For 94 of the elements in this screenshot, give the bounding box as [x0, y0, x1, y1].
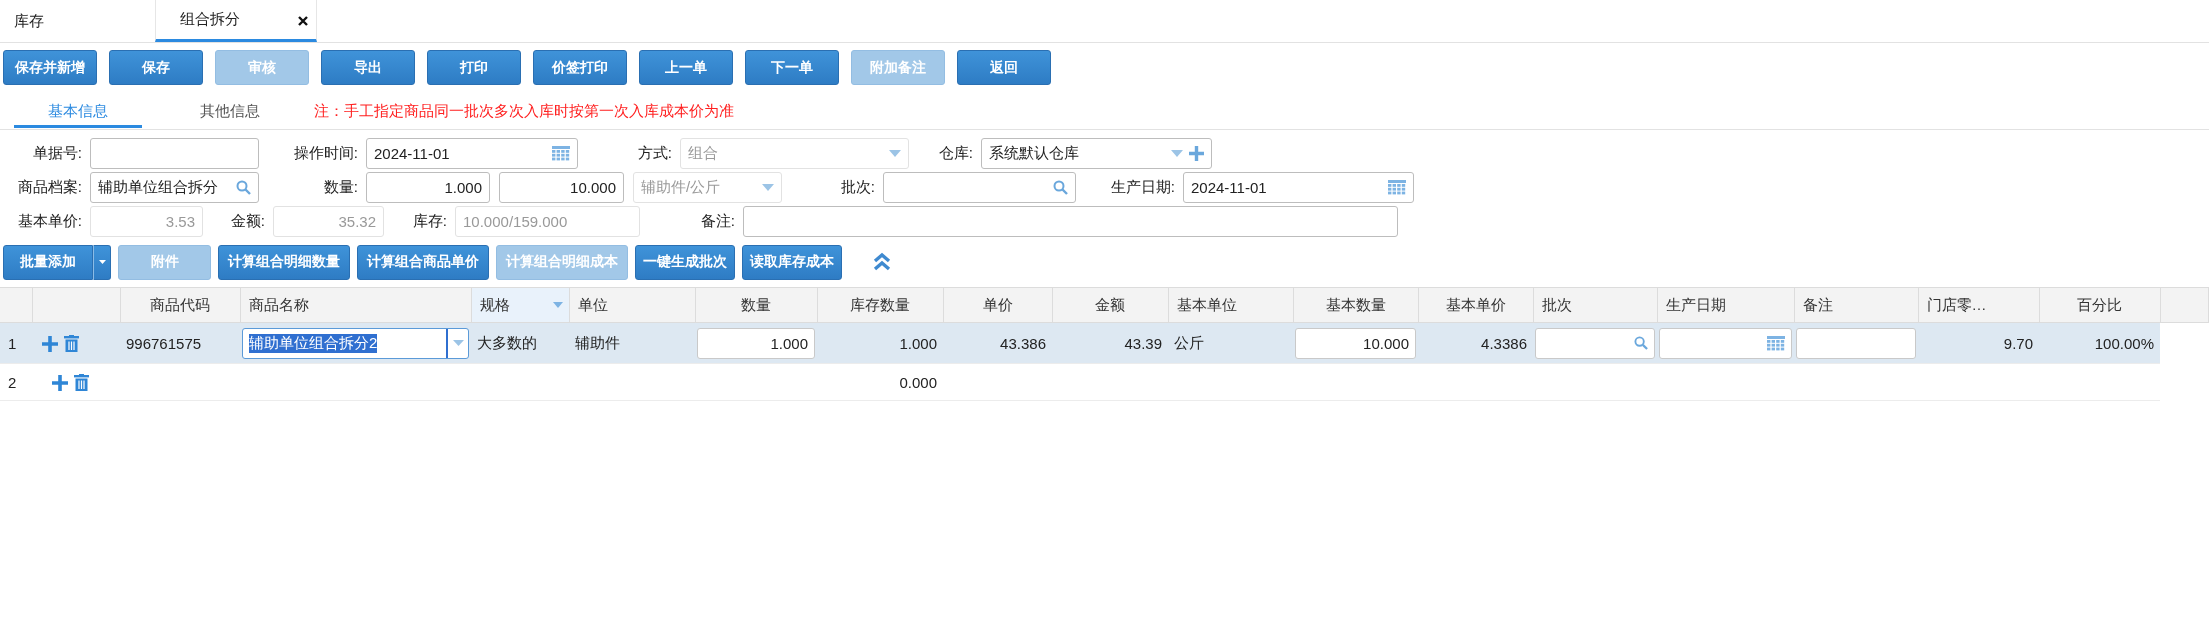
column-header[interactable]: 商品代码: [120, 287, 240, 323]
table-row[interactable]: 2 0.000: [0, 363, 2209, 401]
trash-icon[interactable]: [64, 335, 79, 353]
column-header[interactable]: 基本单价: [1418, 287, 1533, 323]
calendar-icon[interactable]: [1767, 335, 1785, 351]
toolbar-button[interactable]: 打印: [427, 50, 521, 85]
action-button[interactable]: 批量添加: [3, 244, 93, 280]
search-icon[interactable]: [236, 179, 251, 195]
table-cell: 43.39: [1124, 334, 1162, 352]
column-header[interactable]: 百分比: [2039, 287, 2160, 323]
input-field[interactable]: 1.000: [366, 171, 490, 203]
table-cell: 4.3386: [1481, 334, 1527, 352]
section-tab[interactable]: 基本信息: [14, 95, 142, 128]
dropdown-icon[interactable]: [552, 302, 563, 308]
column-header[interactable]: 基本单位: [1168, 287, 1293, 323]
column-header[interactable]: 单位: [569, 287, 695, 323]
input-field[interactable]: 10.000: [499, 171, 624, 203]
toolbar-button[interactable]: 保存: [109, 50, 203, 85]
input-field[interactable]: 辅助单位组合拆分: [90, 171, 259, 203]
table-cell: 大多数的: [477, 333, 537, 351]
action-button[interactable]: 计算组合商品单价: [357, 244, 489, 280]
toolbar-button[interactable]: 保存并新增: [3, 50, 97, 85]
column-header[interactable]: 备注: [1794, 287, 1918, 323]
column-header[interactable]: 商品名称: [240, 287, 471, 323]
page-tab[interactable]: 组合拆分: [155, 0, 317, 42]
column-header[interactable]: 门店零…: [1918, 287, 2039, 323]
close-icon[interactable]: [298, 16, 308, 26]
input-field[interactable]: [90, 137, 259, 169]
table-cell: 100.00%: [2094, 334, 2154, 352]
toolbar-button[interactable]: 下一单: [745, 50, 839, 85]
column-header[interactable]: 规格: [471, 287, 569, 323]
row-number: 2: [8, 373, 17, 391]
field-label: 操作时间:: [293, 143, 358, 163]
table-cell: 996761575: [126, 334, 202, 352]
field-label: 基本单价:: [17, 211, 82, 231]
dropdown-icon[interactable]: [452, 340, 464, 346]
section-tab[interactable]: 其他信息: [166, 95, 294, 128]
toolbar-button[interactable]: 价签打印: [533, 50, 627, 85]
plus-icon[interactable]: [1189, 145, 1204, 161]
plus-icon[interactable]: [42, 335, 58, 352]
column-header[interactable]: 单价: [943, 287, 1052, 323]
input-field[interactable]: 2024-11-01: [1183, 171, 1414, 203]
field-label: 备注:: [700, 211, 735, 231]
table-row[interactable]: 1 996761575 辅助单位组合拆分2 大多数的 辅助件 1.000 1.000 43.386 43.39 公斤 10.000 4.3386 9.70 100.00%: [0, 322, 2209, 364]
dropdown-icon[interactable]: [1171, 149, 1183, 157]
table-cell: 43.386: [1000, 334, 1046, 352]
input-field[interactable]: 系统默认仓库: [981, 137, 1212, 169]
table-cell: 1.000: [899, 334, 937, 352]
page-tab[interactable]: 库存: [0, 0, 155, 42]
input-field[interactable]: [1535, 327, 1655, 359]
notice-text: 注：手工指定商品同一批次多次入库时按第一次入库成本价为准: [314, 102, 734, 121]
action-button[interactable]: 读取库存成本: [742, 244, 842, 280]
table-cell: 辅助件: [575, 333, 620, 351]
toolbar-button[interactable]: 上一单: [639, 50, 733, 85]
field-label: 商品档案:: [17, 177, 82, 197]
dropdown-button[interactable]: [93, 244, 111, 280]
table-cell: 9.70: [2003, 334, 2033, 352]
column-header[interactable]: 基本数量: [1293, 287, 1418, 323]
field-label: 方式:: [637, 143, 672, 163]
field-label: 单据号:: [32, 143, 82, 163]
input-field[interactable]: [743, 205, 1398, 237]
field-label: 生产日期:: [1110, 177, 1175, 197]
input-field[interactable]: 1.000: [697, 327, 815, 359]
field-label: 库存:: [412, 211, 447, 231]
input-field[interactable]: 10.000: [1295, 327, 1416, 359]
toolbar-button[interactable]: 导出: [321, 50, 415, 85]
plus-icon[interactable]: [52, 374, 68, 391]
column-header[interactable]: 数量: [695, 287, 817, 323]
field-label: 金额:: [230, 211, 265, 231]
search-icon[interactable]: [1634, 336, 1648, 350]
input-field[interactable]: 辅助单位组合拆分2: [242, 327, 469, 359]
row-number: 1: [8, 334, 17, 352]
input-field[interactable]: [1659, 327, 1792, 359]
caret-icon[interactable]: [98, 260, 106, 264]
column-header[interactable]: 批次: [1533, 287, 1657, 323]
field-label: 数量:: [323, 177, 358, 197]
table-cell: 0.000: [899, 373, 937, 391]
column-header[interactable]: 库存数量: [817, 287, 943, 323]
toolbar-button[interactable]: 返回: [957, 50, 1051, 85]
collapse-icon[interactable]: [873, 252, 891, 272]
field-label: 批次:: [840, 177, 875, 197]
calendar-icon[interactable]: [1388, 179, 1406, 195]
input-field[interactable]: [883, 171, 1076, 203]
search-icon[interactable]: [1053, 179, 1068, 195]
action-button[interactable]: 一键生成批次: [635, 244, 735, 280]
calendar-icon[interactable]: [552, 145, 570, 161]
column-header[interactable]: 金额: [1052, 287, 1168, 323]
field-label: 仓库:: [938, 143, 973, 163]
input-field[interactable]: 2024-11-01: [366, 137, 578, 169]
input-field[interactable]: [1796, 327, 1916, 359]
trash-icon[interactable]: [74, 374, 89, 392]
action-button[interactable]: 计算组合明细数量: [218, 244, 350, 280]
table-cell: 公斤: [1174, 333, 1204, 351]
column-header[interactable]: 生产日期: [1657, 287, 1794, 323]
